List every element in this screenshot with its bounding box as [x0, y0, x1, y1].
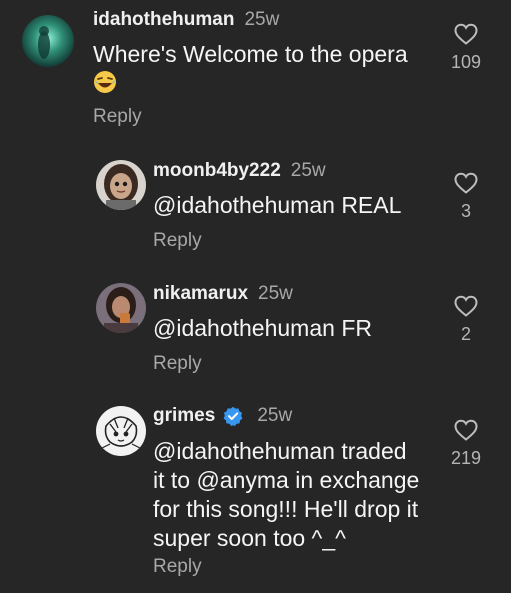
reply-button[interactable]: Reply [153, 353, 202, 375]
username[interactable]: grimes [153, 405, 215, 427]
verified-badge-icon [223, 406, 243, 426]
like-control: 2 [441, 294, 491, 345]
like-control: 109 [441, 22, 491, 73]
heart-icon[interactable] [453, 418, 479, 442]
heart-icon[interactable] [453, 171, 479, 195]
avatar-doll-icon [96, 160, 146, 210]
timestamp: 25w [257, 405, 293, 426]
like-control: 219 [441, 418, 491, 469]
heart-icon[interactable] [453, 22, 479, 46]
avatar[interactable] [96, 283, 146, 333]
avatar-anime-sketch-icon [96, 406, 146, 456]
avatar-green-glow-icon [22, 15, 74, 67]
like-count: 219 [450, 448, 482, 468]
comment-text: @idahothehuman traded it to @anyma in ex… [153, 438, 420, 551]
avatar[interactable] [22, 15, 74, 67]
avatar-photo-icon [96, 283, 146, 333]
heart-icon[interactable] [453, 294, 479, 318]
laughing-emoji-icon [93, 70, 117, 94]
like-control: 3 [441, 171, 491, 222]
comment-text: @idahothehuman REAL [153, 192, 402, 218]
reply-button[interactable]: Reply [153, 556, 202, 578]
reply-button[interactable]: Reply [153, 230, 202, 252]
username[interactable]: nikamarux [153, 283, 248, 305]
reply-button[interactable]: Reply [93, 106, 142, 128]
avatar[interactable] [96, 406, 146, 456]
avatar[interactable] [96, 160, 146, 210]
like-count: 2 [460, 324, 471, 344]
username[interactable]: idahothehuman [93, 9, 234, 31]
username[interactable]: moonb4by222 [153, 160, 281, 182]
timestamp: 25w [290, 160, 326, 181]
comment-text: @idahothehuman FR [153, 315, 372, 341]
timestamp: 25w [244, 9, 280, 30]
comment-text: Where's Welcome to the opera [93, 41, 408, 67]
like-count: 109 [450, 52, 482, 72]
timestamp: 25w [258, 283, 293, 304]
like-count: 3 [460, 201, 471, 221]
